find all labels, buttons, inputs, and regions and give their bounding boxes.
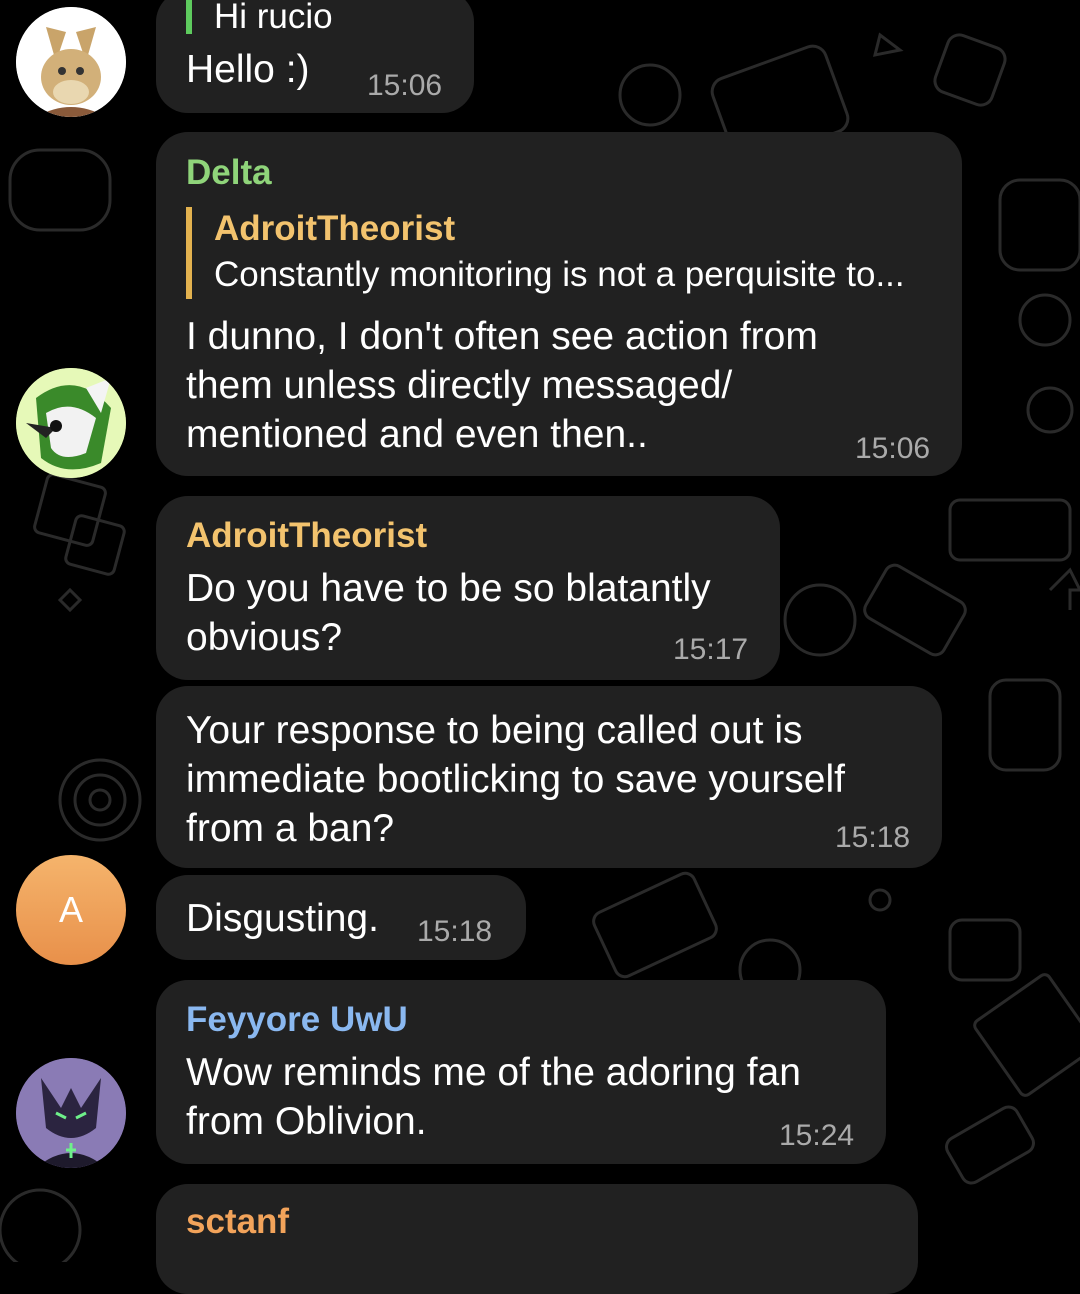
message-text-line: from a ban? xyxy=(186,807,395,850)
reply-text: Constantly monitoring is not a perquisit… xyxy=(214,255,905,294)
message-text-line: them unless directly messaged/ xyxy=(186,364,733,407)
message-text-line: Your response to being called out is xyxy=(186,709,803,752)
reply-quote[interactable]: AdroitTheorist Constantly monitoring is … xyxy=(186,207,905,299)
letter-avatar[interactable]: A xyxy=(16,855,126,965)
donkey-icon xyxy=(16,7,126,117)
message-time: 15:18 xyxy=(417,915,493,948)
message-time: 15:06 xyxy=(367,69,443,102)
message-time: 15:06 xyxy=(855,432,931,465)
wolf-icon xyxy=(16,368,126,478)
reply-author: AdroitTheorist xyxy=(214,209,456,248)
message-bubble[interactable]: Your response to being called out is imm… xyxy=(156,686,942,868)
message-bubble[interactable]: AdroitTheorist Do you have to be so blat… xyxy=(156,496,780,680)
message-bubble[interactable]: Disgusting. 15:18 xyxy=(156,875,526,960)
message-text-line: immediate bootlicking to save yourself xyxy=(186,758,845,801)
message-bubble[interactable]: sctanf xyxy=(156,1184,918,1294)
reply-text: Hi rucio xyxy=(214,0,333,36)
message-bubble[interactable]: Hi rucio Hello :) 15:06 xyxy=(156,0,474,113)
avatar-letter: A xyxy=(58,889,83,930)
sender-name[interactable]: AdroitTheorist xyxy=(186,516,427,556)
donkey-avatar[interactable] xyxy=(16,7,126,117)
message-text-line: Wow reminds me of the adoring fan xyxy=(186,1051,801,1094)
message-time: 15:18 xyxy=(835,821,911,854)
message-bubble[interactable]: Feyyore UwU Wow reminds me of the adorin… xyxy=(156,980,886,1164)
green-wolf-avatar[interactable] xyxy=(16,368,126,478)
message-text-line: from Oblivion. xyxy=(186,1100,427,1143)
purple-fox-avatar[interactable] xyxy=(16,1058,126,1168)
message-text: Hello :) xyxy=(186,48,310,91)
message-text-line: mentioned and even then.. xyxy=(186,413,648,456)
sender-name[interactable]: Delta xyxy=(186,153,272,193)
message-time: 15:24 xyxy=(779,1119,855,1152)
message-text-line: Disgusting. xyxy=(186,897,379,940)
message-bubble[interactable]: Delta AdroitTheorist Constantly monitori… xyxy=(156,132,962,476)
message-time: 15:17 xyxy=(673,633,749,666)
message-text-line: obvious? xyxy=(186,616,343,659)
message-text-line: Do you have to be so blatantly xyxy=(186,567,711,610)
message-text-line: I dunno, I don't often see action from xyxy=(186,315,818,358)
fox-icon xyxy=(16,1058,126,1168)
sender-name[interactable]: Feyyore UwU xyxy=(186,1000,408,1040)
reply-quote[interactable]: Hi rucio xyxy=(186,0,333,34)
sender-name[interactable]: sctanf xyxy=(186,1202,289,1242)
